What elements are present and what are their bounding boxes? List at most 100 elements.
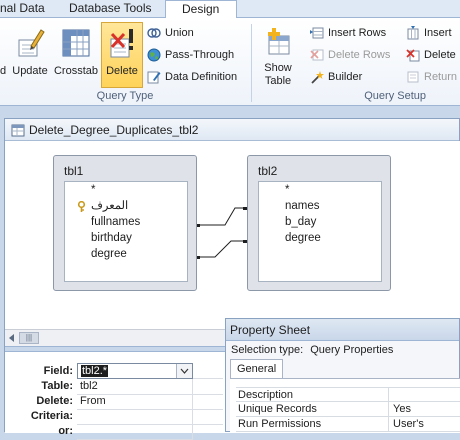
tab-external-data[interactable]: nal Data: [0, 0, 45, 18]
tab-database-tools[interactable]: Database Tools: [69, 0, 152, 18]
delete-columns-button[interactable]: Delete: [406, 46, 456, 64]
crosstab-label: Crosstab: [53, 65, 99, 77]
insert-rows-icon: [310, 27, 324, 39]
show-table-label-line1: Show: [264, 62, 292, 74]
property-value[interactable]: Yes: [388, 402, 411, 417]
builder-wand-icon: [311, 71, 324, 84]
grid-row-label-delete: Delete:: [36, 395, 73, 407]
query-window-title: Delete_Degree_Duplicates_tbl2: [29, 123, 199, 137]
insert-columns-icon: [407, 26, 419, 40]
delete-columns-label: Delete: [424, 49, 456, 61]
update-label: Update: [12, 65, 48, 77]
insert-columns-label: Insert: [424, 27, 452, 39]
selection-type: Selection type: Query Properties: [231, 344, 393, 356]
table-title-tbl1: tbl1: [64, 164, 84, 178]
make-table-label: d: [0, 65, 7, 77]
union-button[interactable]: Union: [147, 24, 194, 42]
update-query-button[interactable]: Update: [9, 22, 51, 88]
grid-delete-cell[interactable]: From: [77, 394, 193, 410]
union-rings-icon: [147, 28, 161, 38]
field-tbl1-id[interactable]: المعرف: [91, 198, 128, 214]
globe-icon: [147, 48, 161, 62]
grid-field-dropdown[interactable]: [176, 364, 192, 378]
field-tbl1-birthday[interactable]: birthday: [91, 230, 132, 246]
pass-through-label: Pass-Through: [165, 49, 235, 61]
selection-type-label: Selection type:: [231, 344, 304, 356]
property-key: Run Permissions: [238, 418, 322, 430]
table-field-list-tbl1: * المعرف fullnames birthday degree: [64, 181, 188, 282]
delete-rows-label: Delete Rows: [328, 49, 391, 61]
property-list: Description Unique Records Yes Run Permi…: [230, 378, 460, 433]
table-title-tbl2: tbl2: [258, 164, 278, 178]
tab-design[interactable]: Design: [165, 0, 237, 19]
insert-rows-button[interactable]: Insert Rows: [310, 24, 386, 42]
grid-row-label-field: Field:: [43, 365, 73, 377]
query-object-icon: [11, 124, 25, 137]
field-tbl2-names[interactable]: names: [285, 198, 320, 214]
builder-button[interactable]: Builder: [310, 68, 362, 86]
grid-column2-delete[interactable]: [193, 394, 223, 410]
property-key: Unique Records: [238, 403, 317, 415]
crosstab-query-button[interactable]: Crosstab: [52, 22, 100, 88]
field-tbl1-fullnames[interactable]: fullnames: [91, 214, 140, 230]
ribbon: d Update Crosstab Delete Union Pass-Thro…: [0, 18, 460, 106]
return-label: Return: [424, 71, 458, 83]
grid-row-label-table: Table:: [41, 380, 73, 392]
delete-rows-icon: [310, 49, 324, 61]
table-field-list-tbl2: * names b_day degree: [258, 181, 382, 282]
field-tbl1-degree[interactable]: degree: [91, 246, 127, 262]
show-table-icon: [268, 28, 290, 55]
query-type-group-label: Query Type: [96, 90, 154, 102]
grid-column2-field[interactable]: [193, 363, 223, 379]
grid-field-value: tbl2.*: [81, 365, 109, 377]
data-definition-icon: [147, 71, 161, 84]
grid-column2-table[interactable]: [193, 379, 223, 395]
data-definition-button[interactable]: Data Definition: [147, 68, 237, 86]
property-key: Description: [238, 389, 294, 401]
property-value[interactable]: User's: [388, 417, 424, 432]
data-definition-label: Data Definition: [165, 71, 238, 83]
pass-through-button[interactable]: Pass-Through: [147, 46, 234, 64]
table-box-tbl1[interactable]: tbl1 * المعرف fullnames birthday degree: [53, 155, 197, 291]
tab-design-label: Design: [182, 2, 220, 16]
property-row[interactable]: Description: [236, 387, 460, 403]
field-tbl1-all[interactable]: *: [91, 182, 95, 198]
show-table-label-line2: Table: [264, 75, 292, 87]
scroll-left-icon[interactable]: [7, 333, 17, 343]
property-row[interactable]: Run Permissions User's: [236, 417, 460, 432]
grid-column2-criteria[interactable]: [193, 409, 223, 425]
query-setup-group-label-text: Query Setup: [364, 90, 426, 102]
property-value[interactable]: [388, 388, 393, 403]
selection-type-value: Query Properties: [310, 344, 394, 356]
crosstab-grid-icon: [62, 29, 90, 57]
tab-general[interactable]: General: [230, 359, 284, 379]
grid-criteria-cell[interactable]: [77, 409, 193, 425]
primary-key-icon: [77, 201, 86, 212]
grid-field-combo[interactable]: tbl2.*: [77, 363, 193, 379]
show-table-button[interactable]: Show Table: [257, 22, 299, 88]
delete-label: Delete: [106, 65, 138, 77]
field-tbl2-b-day[interactable]: b_day: [285, 214, 316, 230]
field-tbl2-degree[interactable]: degree: [285, 230, 321, 246]
chevron-down-icon: [180, 368, 189, 374]
delete-rows-button[interactable]: Delete Rows: [310, 46, 390, 64]
delete-query-button[interactable]: Delete: [101, 22, 143, 88]
insert-rows-label: Insert Rows: [328, 27, 387, 39]
query-setup-group-label: Query Setup: [252, 89, 460, 104]
property-sheet: Property Sheet Selection type: Query Pro…: [225, 318, 460, 433]
ribbon-tab-strip: nal Data Database Tools Design: [0, 0, 460, 19]
property-sheet-title[interactable]: Property Sheet: [226, 319, 459, 341]
table-design-surface[interactable]: tbl1 * المعرف fullnames birthday degree …: [5, 141, 460, 329]
property-row[interactable]: Unique Records Yes: [236, 402, 460, 417]
make-table-button[interactable]: d: [0, 22, 8, 88]
return-button[interactable]: Return: [406, 68, 457, 86]
union-label: Union: [165, 27, 194, 39]
grid-or-cell[interactable]: [77, 424, 193, 440]
query-window-titlebar[interactable]: Delete_Degree_Duplicates_tbl2: [5, 119, 459, 141]
return-icon: [407, 71, 419, 83]
table-box-tbl2[interactable]: tbl2 * names b_day degree: [247, 155, 391, 291]
grid-table-cell[interactable]: tbl2: [77, 379, 193, 395]
insert-columns-button[interactable]: Insert: [406, 24, 452, 42]
field-tbl2-all[interactable]: *: [285, 182, 289, 198]
scroll-thumb[interactable]: |||: [19, 332, 39, 344]
